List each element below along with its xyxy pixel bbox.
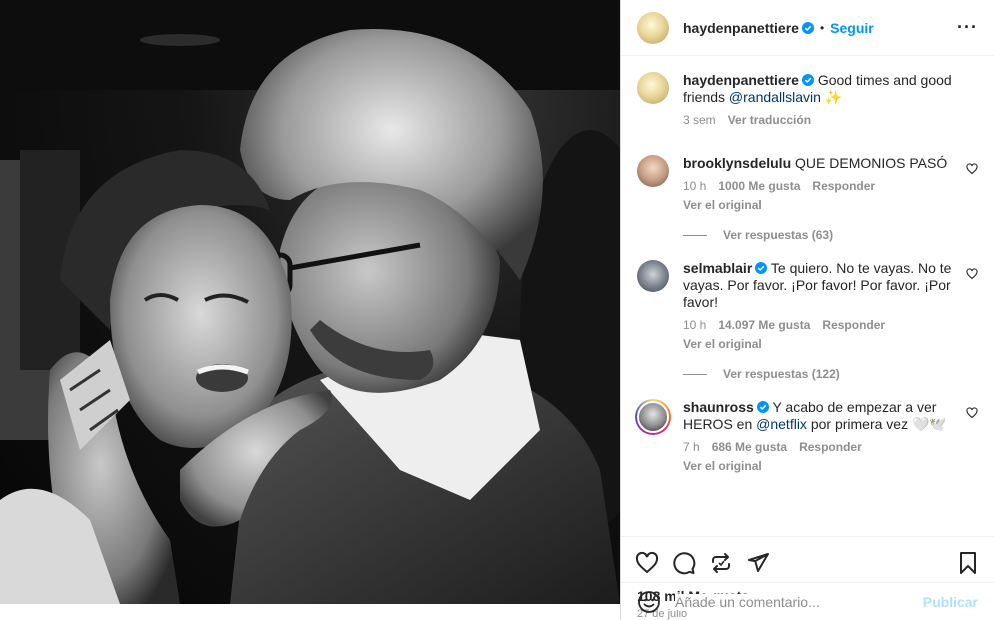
comment-meta: 10 h 14.097 Me gusta Responder <box>683 317 952 334</box>
heart-icon[interactable] <box>635 551 659 575</box>
comment-heart-icon[interactable] <box>966 407 978 419</box>
more-options-icon[interactable]: ··· <box>957 17 978 38</box>
caption-meta: 3 sem Ver traducción <box>683 112 978 129</box>
reply-button[interactable]: Responder <box>812 178 875 195</box>
replies-line <box>683 234 707 236</box>
reply-button[interactable]: Responder <box>799 439 862 456</box>
photo-illustration <box>0 0 620 604</box>
comment-heart-icon[interactable] <box>966 268 978 280</box>
comment-item: brooklynsdelulu QUE DEMONIOS PASÓ 10 h 1… <box>637 155 978 214</box>
view-replies-button[interactable]: Ver respuestas (63) <box>683 228 978 242</box>
verified-badge-icon <box>801 21 814 34</box>
replies-line <box>683 373 707 375</box>
commenter-avatar[interactable] <box>637 260 669 292</box>
comments-list[interactable]: haydenpanettiere Good times and good fri… <box>621 56 994 536</box>
comment-likes[interactable]: 14.097 Me gusta <box>718 317 810 334</box>
comment-username[interactable]: shaunross <box>683 399 754 415</box>
commenter-avatar-story-ring[interactable] <box>635 399 671 435</box>
commenter-avatar[interactable] <box>637 155 669 187</box>
author-avatar[interactable] <box>637 11 669 44</box>
comment-username[interactable]: selmablair <box>683 260 752 276</box>
photo-image <box>0 0 620 604</box>
caption-avatar[interactable] <box>637 72 669 104</box>
view-replies-button[interactable]: Ver respuestas (122) <box>683 367 978 381</box>
translate-button[interactable]: Ver traducción <box>728 112 811 129</box>
add-comment-bar: Publicar <box>621 582 994 620</box>
caption-time: 3 sem <box>683 113 716 127</box>
comment-item: shaunross Y acabo de empezar a ver HEROS… <box>635 399 978 475</box>
comment-heart-icon[interactable] <box>966 163 978 175</box>
comment-mention-link[interactable]: @netflix <box>756 416 807 432</box>
see-original-button[interactable]: Ver el original <box>683 458 952 475</box>
caption-sparkle: ✨ <box>820 89 843 105</box>
comment-likes[interactable]: 686 Me gusta <box>712 439 787 456</box>
comment-username[interactable]: brooklynsdelulu <box>683 155 791 171</box>
separator-dot: • <box>819 20 825 35</box>
send-icon[interactable] <box>746 551 770 575</box>
emoji-icon[interactable] <box>637 590 661 614</box>
comment-icon[interactable] <box>672 551 696 575</box>
verified-badge-icon <box>801 74 814 86</box>
commenter-avatar <box>637 401 669 433</box>
author-username[interactable]: haydenpanettiere <box>683 20 799 36</box>
caption-username[interactable]: haydenpanettiere <box>683 72 799 88</box>
follow-button[interactable]: Seguir <box>830 20 874 36</box>
view-replies-label: Ver respuestas (122) <box>723 367 840 381</box>
reply-button[interactable]: Responder <box>822 317 885 334</box>
post-header: haydenpanettiere • Seguir ··· <box>621 0 994 56</box>
publish-button[interactable]: Publicar <box>923 594 978 610</box>
comment-meta: 10 h 1000 Me gusta Responder <box>683 178 952 195</box>
verified-badge-icon <box>756 401 769 413</box>
comment-text: QUE DEMONIOS PASÓ <box>791 155 948 171</box>
comment-time: 7 h <box>683 440 700 454</box>
comment-likes[interactable]: 1000 Me gusta <box>718 178 800 195</box>
comment-time: 10 h <box>683 318 707 332</box>
caption: haydenpanettiere Good times and good fri… <box>637 72 978 129</box>
comment-item: selmablair Te quiero. No te vayas. No te… <box>637 260 978 353</box>
see-original-button[interactable]: Ver el original <box>683 197 952 214</box>
comment-text-end: por primera vez 🤍🕊️ <box>806 416 947 432</box>
comment-time: 10 h <box>683 179 707 193</box>
caption-mention-link[interactable]: @randallslavin <box>729 89 821 105</box>
post-side-panel: haydenpanettiere • Seguir ··· haydenpane… <box>620 0 994 620</box>
action-bar <box>621 536 994 588</box>
instagram-post-modal: haydenpanettiere • Seguir ··· haydenpane… <box>0 0 994 620</box>
photo-bottom-strip <box>0 604 620 620</box>
verified-badge-icon <box>755 262 768 274</box>
comment-meta: 7 h 686 Me gusta Responder <box>683 439 952 456</box>
bookmark-icon[interactable] <box>956 551 980 575</box>
see-original-button[interactable]: Ver el original <box>683 336 952 353</box>
view-replies-label: Ver respuestas (63) <box>723 228 834 242</box>
post-photo[interactable] <box>0 0 620 620</box>
repost-icon[interactable] <box>709 551 733 575</box>
comment-input[interactable] <box>675 593 923 610</box>
